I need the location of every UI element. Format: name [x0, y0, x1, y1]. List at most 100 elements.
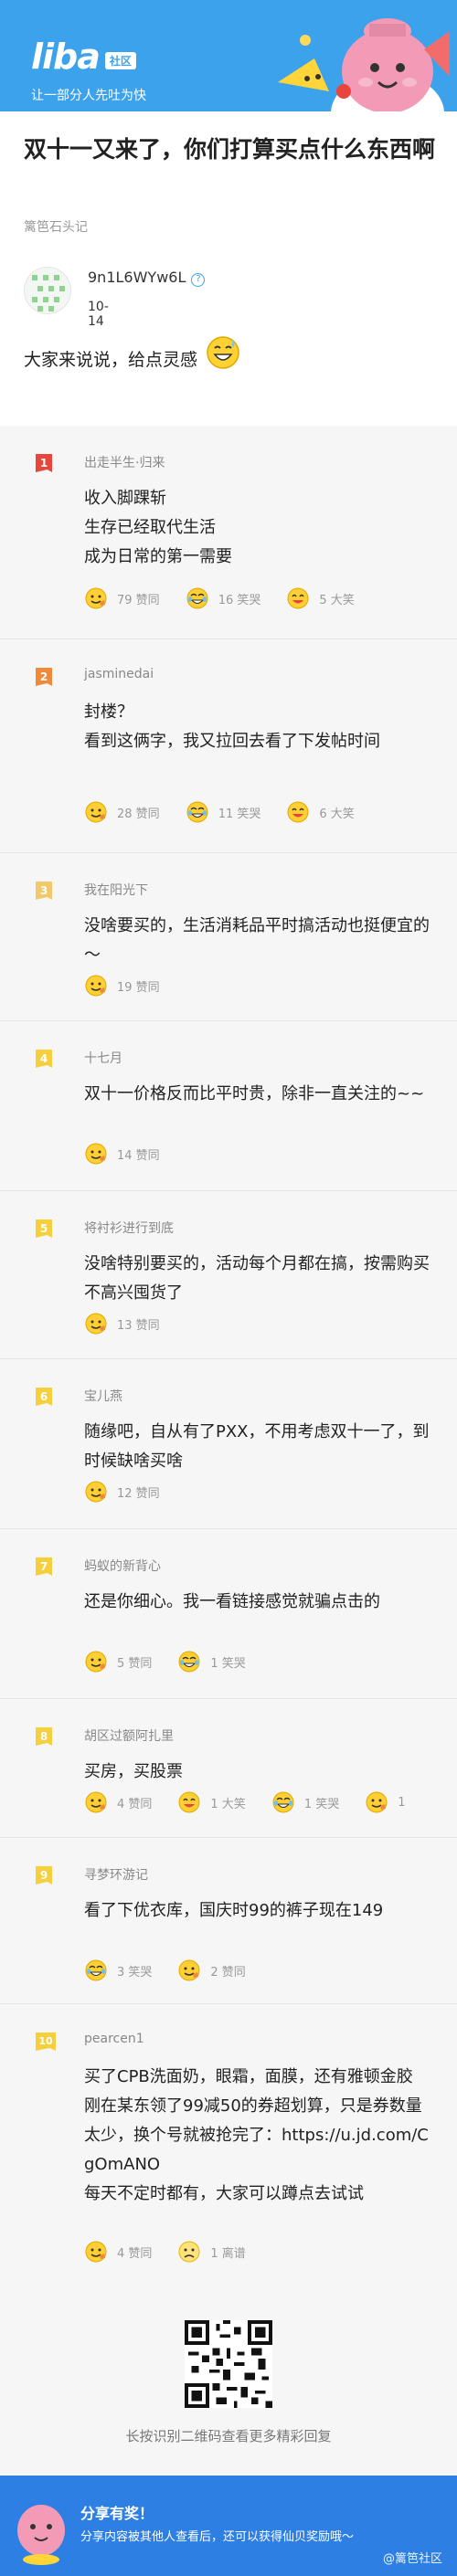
comment-6: 6 宝儿燕 随缘吧，自从有了PXX，不用考虑双十一了，到时候缺啥买啥 12 赞同	[0, 1359, 457, 1529]
comment-5: 5 将衬衫进行到底 没啥特别要买的，活动每个月都在搞，按需购买不高兴囤货了 13…	[0, 1191, 457, 1359]
qr-caption: 长按识别二维码查看更多精彩回复	[125, 2428, 332, 2444]
reaction-button[interactable]: 1 笑哭	[177, 1650, 246, 1673]
reaction-count: 1 笑哭	[303, 1797, 340, 1811]
source-label[interactable]: 篱笆石头记	[24, 217, 88, 236]
comment-7: 7 蚂蚁的新背心 还是你细心。我一看链接感觉就骗点击的 5 赞同 1 笑哭	[0, 1529, 457, 1699]
comment-3: 3 我在阳光下 没啥要买的，生活消耗品平时搞活动也挺便宜的～ 19 赞同	[0, 853, 457, 1021]
reaction-count: 3 笑哭	[117, 1965, 153, 1980]
thumbs-up-emoji-icon	[85, 1143, 107, 1165]
big-laugh-emoji-icon	[178, 1791, 200, 1813]
comment-text: 封楼？ 看到这俩字，我又拉回去看了下发帖时间	[84, 702, 380, 751]
thumbs-up-emoji-icon	[85, 587, 107, 609]
comment-author[interactable]: pearcen1	[84, 2032, 144, 2046]
reaction-button[interactable]: 13 赞同	[84, 1312, 160, 1336]
comment-author[interactable]: 将衬衫进行到底	[84, 1219, 174, 1237]
avatar-icon	[25, 268, 70, 313]
footer-title: 分享有奖！	[80, 2505, 154, 2522]
comment-text: 没啥特别要买的，活动每个月都在搞，按需购买不高兴囤货了	[84, 1254, 430, 1303]
reaction-count: 4 赞同	[117, 1797, 153, 1811]
reaction-count: 5 大笑	[319, 593, 355, 607]
reaction-button[interactable]: 3 笑哭	[84, 1958, 152, 1982]
reaction-count: 19 赞同	[117, 980, 160, 995]
logo-text: liba	[31, 37, 101, 77]
laugh-cry-emoji-icon	[186, 801, 208, 823]
comment-list: 1 出走半生·归来 收入脚踝斩 生存已经取代生活 成为日常的第一需要 79 赞同…	[0, 426, 457, 2476]
reaction-count: 6 大笑	[319, 807, 355, 821]
comment-author[interactable]: 宝儿燕	[84, 1387, 122, 1405]
laugh-cry-emoji-icon	[272, 1791, 294, 1813]
comment-text: 还是你细心。我一看链接感觉就骗点击的	[84, 1592, 380, 1611]
reaction-button[interactable]: 11 笑哭	[186, 800, 260, 824]
reaction-button[interactable]: 5 赞同	[84, 1650, 152, 1673]
rank-badge: 9	[36, 1866, 52, 1884]
reaction-button[interactable]: 1	[365, 1790, 406, 1814]
reaction-button[interactable]: 6 大笑	[286, 800, 355, 824]
page-title: 双十一又来了，你们打算买点什么东西啊	[24, 136, 436, 163]
reaction-bar: 12 赞同	[84, 1480, 186, 1504]
comment-text: 收入脚踝斩 生存已经取代生活 成为日常的第一需要	[84, 489, 232, 566]
comment-author[interactable]: jasminedai	[84, 667, 154, 681]
slogan: 让一部分人先吐为快	[31, 89, 146, 103]
reaction-count: 1 笑哭	[210, 1656, 246, 1671]
comment-author[interactable]: 出走半生·归来	[84, 453, 165, 471]
rank-badge: 2	[36, 668, 52, 686]
reaction-count: 2 赞同	[210, 1965, 246, 1980]
reaction-count: 16 笑哭	[218, 593, 261, 607]
big-laugh-emoji-icon	[287, 587, 309, 609]
thumbs-up-emoji-icon	[85, 2241, 107, 2263]
footer-text: 分享内容被其他人查看后，还可以获得仙贝奖励哦～	[80, 2530, 355, 2544]
qr-code[interactable]	[185, 2320, 272, 2408]
avatar[interactable]	[24, 267, 71, 314]
share-footer[interactable]: 分享有奖！ 分享内容被其他人查看后，还可以获得仙贝奖励哦～ @篱笆社区	[0, 2476, 457, 2576]
liba-logo[interactable]: liba 社区	[31, 37, 136, 77]
reaction-count: 5 赞同	[117, 1656, 153, 1671]
reaction-count: 1 大笑	[210, 1797, 246, 1811]
reaction-button[interactable]: 1 离谱	[177, 2240, 246, 2264]
comment-text: 随缘吧，自从有了PXX，不用考虑双十一了，到时候缺啥买啥	[84, 1422, 430, 1471]
reaction-button[interactable]: 12 赞同	[84, 1480, 160, 1504]
rank-badge: 1	[36, 454, 52, 472]
reaction-button[interactable]: 14 赞同	[84, 1142, 160, 1166]
reaction-button[interactable]: 4 赞同	[84, 1790, 152, 1814]
reaction-button[interactable]: 1 笑哭	[271, 1790, 339, 1814]
reaction-button[interactable]: 16 笑哭	[186, 586, 261, 610]
reaction-button[interactable]: 2 赞同	[177, 1958, 246, 1982]
author-name: 9n1L6WYw6L	[88, 269, 186, 286]
post-date: 10-14	[88, 300, 109, 329]
rank-badge: 3	[36, 882, 52, 900]
reaction-button[interactable]: 1 大笑	[177, 1790, 246, 1814]
comment-1: 1 出走半生·归来 收入脚踝斩 生存已经取代生活 成为日常的第一需要 79 赞同…	[0, 426, 457, 639]
comment-text: 双十一价格反而比平时贵，除非一直关注的~~	[84, 1084, 425, 1103]
reaction-button[interactable]: 28 赞同	[84, 800, 160, 824]
reaction-count: 1	[398, 1795, 406, 1810]
thumbs-up-emoji-icon	[85, 801, 107, 823]
rank-badge: 5	[36, 1219, 52, 1238]
thumbs-up-emoji-icon	[85, 975, 107, 997]
comment-2: 2 jasminedai 封楼？ 看到这俩字，我又拉回去看了下发帖时间 28 赞…	[0, 639, 457, 853]
reaction-bar: 28 赞同 11 笑哭 6 大笑	[84, 800, 380, 824]
speechless-emoji-icon	[178, 2241, 200, 2263]
comment-text: 看了下优衣库，国庆时99的裤子现在149	[84, 1901, 384, 1920]
comment-author[interactable]: 胡区过额阿扎里	[84, 1726, 174, 1745]
comment-author[interactable]: 十七月	[84, 1049, 122, 1067]
help-icon[interactable]: ?	[191, 273, 206, 287]
comment-author[interactable]: 寻梦环游记	[84, 1865, 148, 1884]
reaction-bar: 3 笑哭 2 赞同	[84, 1958, 271, 1982]
reaction-button[interactable]: 79 赞同	[84, 586, 160, 610]
reaction-button[interactable]: 19 赞同	[84, 974, 160, 998]
comment-author[interactable]: 我在阳光下	[84, 881, 148, 899]
reaction-bar: 4 赞同 1 大笑 1 笑哭 1	[84, 1790, 431, 1814]
reaction-button[interactable]: 4 赞同	[84, 2240, 152, 2264]
rank-badge: 8	[36, 1727, 52, 1746]
reaction-bar: 5 赞同 1 笑哭	[84, 1650, 271, 1673]
reaction-bar: 13 赞同	[84, 1312, 186, 1336]
reaction-button[interactable]: 5 大笑	[286, 586, 355, 610]
comment-8: 8 胡区过额阿扎里 买房，买股票 4 赞同 1 大笑 1 笑哭 1	[0, 1699, 457, 1838]
reaction-count: 4 赞同	[117, 2246, 153, 2261]
laugh-cry-emoji-icon	[85, 1959, 107, 1981]
comment-4: 4 十七月 双十一价格反而比平时贵，除非一直关注的~~ 14 赞同	[0, 1021, 457, 1191]
comment-author[interactable]: 蚂蚁的新背心	[84, 1557, 161, 1575]
comment-9: 9 寻梦环游记 看了下优衣库，国庆时99的裤子现在149 3 笑哭 2 赞同	[0, 1838, 457, 2004]
comment-text: 买了CPB洗面奶，眼霜，面膜，还有雅顿金胶 刚在某东领了99减50的券超划算，只…	[84, 2067, 429, 2203]
author-name-row[interactable]: 9n1L6WYw6L?	[88, 269, 206, 287]
